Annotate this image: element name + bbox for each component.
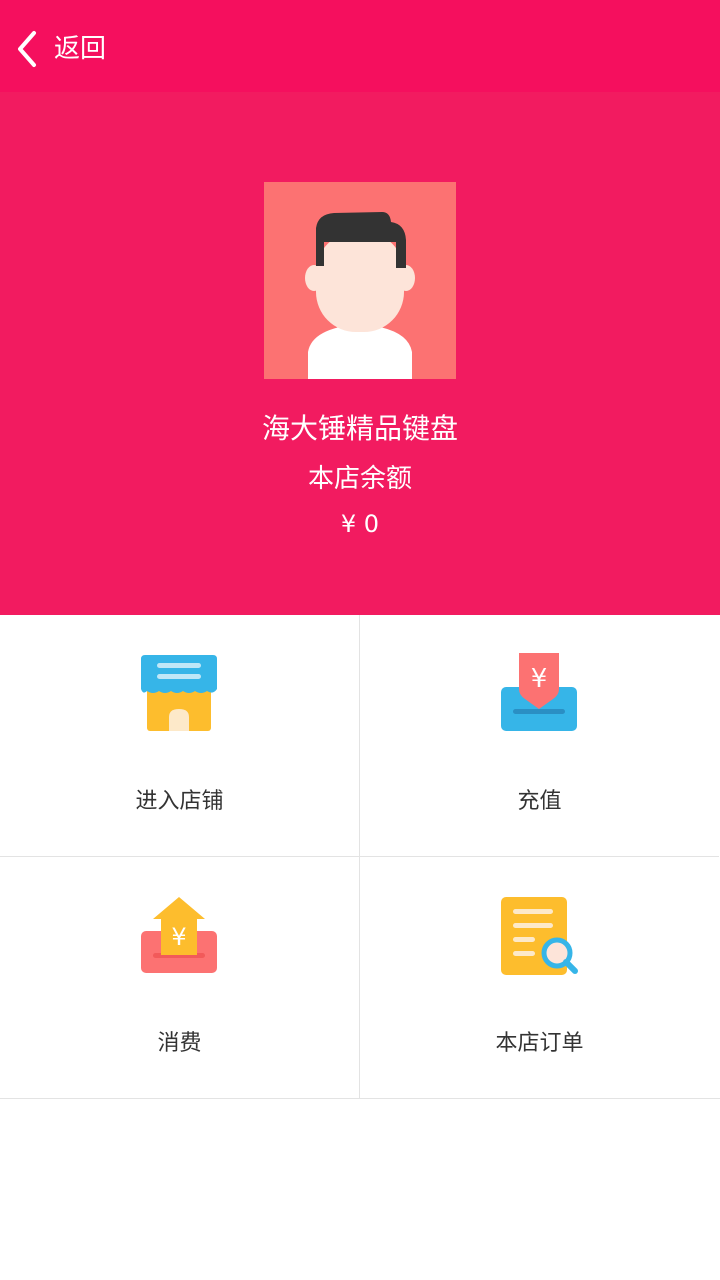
consume-button[interactable]: ¥ 消费 bbox=[0, 857, 360, 1098]
order-search-icon bbox=[499, 895, 579, 977]
recharge-button[interactable]: ¥ 充值 bbox=[360, 615, 719, 857]
store-orders-button[interactable]: 本店订单 bbox=[360, 857, 719, 1098]
consume-icon: ¥ bbox=[139, 895, 219, 977]
avatar bbox=[264, 182, 456, 379]
back-button[interactable]: 返回 bbox=[14, 26, 106, 72]
store-orders-label: 本店订单 bbox=[495, 1031, 584, 1056]
recharge-icon: ¥ bbox=[499, 653, 579, 735]
chevron-left-icon bbox=[14, 29, 42, 69]
consume-label: 消费 bbox=[157, 1031, 202, 1056]
shop-name: 海大锤精品键盘 bbox=[261, 412, 458, 445]
svg-text:¥: ¥ bbox=[171, 923, 186, 951]
balance-value: ¥ 0 bbox=[340, 510, 380, 538]
balance-label: 本店余额 bbox=[307, 464, 412, 494]
person-avatar-icon bbox=[264, 182, 456, 379]
store-icon bbox=[139, 653, 219, 735]
svg-text:¥: ¥ bbox=[531, 664, 548, 694]
enter-store-button[interactable]: 进入店铺 bbox=[0, 615, 360, 857]
top-nav-bar: 返回 bbox=[0, 0, 720, 92]
recharge-label: 充值 bbox=[517, 789, 562, 814]
enter-store-label: 进入店铺 bbox=[135, 789, 224, 814]
back-label: 返回 bbox=[54, 34, 107, 64]
action-grid: 进入店铺 ¥ 充值 ¥ 消费 本店订单 bbox=[0, 615, 720, 1099]
profile-header: 海大锤精品键盘 本店余额 ¥ 0 bbox=[0, 92, 720, 615]
